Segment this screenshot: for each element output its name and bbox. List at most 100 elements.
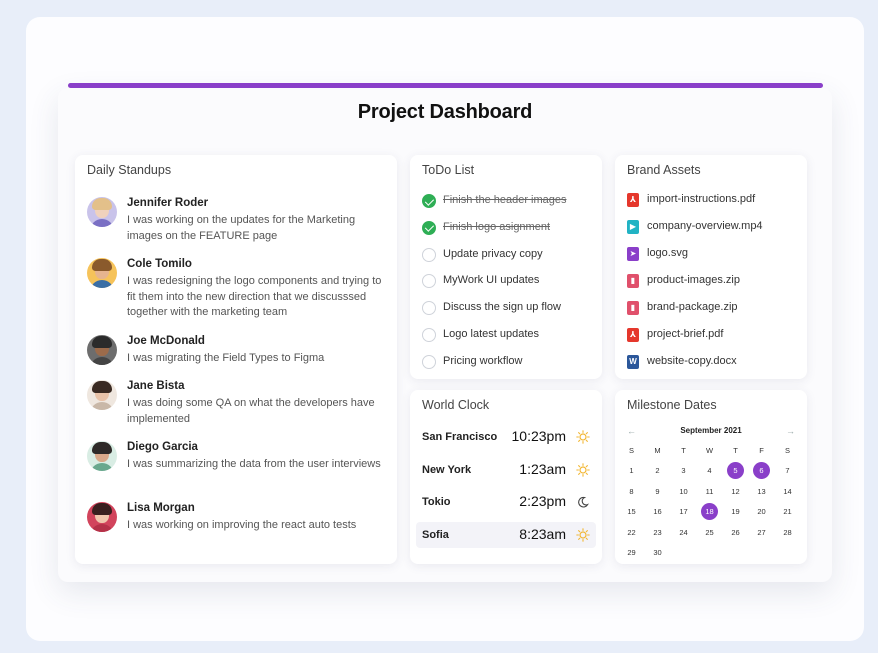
avatar-hair [92,503,112,515]
todo-label: Logo latest updates [443,328,540,340]
daily-standups-card: Daily Standups Jennifer Roder I was worki… [75,155,397,564]
asset-item[interactable]: ▮ product-images.zip [627,274,802,290]
asset-item[interactable]: ▶ company-overview.mp4 [627,220,802,236]
city-name: San Francisco [422,431,498,443]
calendar-day[interactable]: 9 [649,483,666,500]
standup-name: Jennifer Roder [127,197,209,209]
unchecked-circle-icon[interactable] [422,328,436,342]
calendar-day[interactable]: 26 [727,524,744,541]
calendar-day[interactable]: 3 [675,462,692,479]
avatar-body [90,524,114,532]
calendar-day[interactable]: 14 [779,483,796,500]
calendar-day[interactable]: 21 [779,503,796,520]
calendar-day[interactable]: 2 [649,462,666,479]
calendar-day[interactable]: 7 [779,462,796,479]
avatar [87,380,117,410]
standup-message: I was working on improving the react aut… [127,519,357,531]
todo-item[interactable]: Pricing workflow [422,354,597,371]
calendar-day[interactable]: 17 [675,503,692,520]
calendar-day[interactable]: 28 [779,524,796,541]
todo-item[interactable]: MyWork UI updates [422,274,597,290]
standup-message: I was migrating the Field Types to Figma [127,352,325,364]
city-time: 2:23pm [519,493,566,509]
asset-filename[interactable]: import-instructions.pdf [647,193,755,205]
asset-item[interactable]: ➤ logo.svg [627,247,802,263]
calendar-day[interactable]: 20 [753,503,770,520]
calendar-day-selected[interactable]: 18 [701,503,718,520]
sun-icon [576,430,590,444]
standup-entry: Diego Garcia I was summarizing the data f… [87,441,387,496]
calendar-day[interactable]: 27 [753,524,770,541]
card-title: Daily Standups [87,163,172,177]
calendar-day[interactable]: 13 [753,483,770,500]
todo-item[interactable]: Logo latest updates [422,328,597,344]
unchecked-circle-icon[interactable] [422,301,436,316]
moon-icon [576,495,590,509]
accent-bar [68,83,823,88]
asset-filename[interactable]: product-images.zip [647,274,740,286]
todo-label: Discuss the sign up flow [443,301,561,314]
calendar-day-selected[interactable]: 6 [753,462,770,479]
calendar-day[interactable]: 25 [701,524,718,541]
asset-item[interactable]: ▮ brand-package.zip [627,301,802,317]
asset-filename[interactable]: project-brief.pdf [647,328,723,340]
calendar-day[interactable]: 8 [623,483,640,500]
checked-circle-icon[interactable] [422,194,436,208]
unchecked-circle-icon[interactable] [422,247,436,262]
todo-item[interactable]: Update privacy copy [422,247,597,264]
avatar-body [90,463,114,471]
calendar-day[interactable]: 15 [623,503,640,520]
asset-item[interactable]: ⅄ project-brief.pdf [627,328,802,344]
weekday-label: S [628,446,634,455]
clock-row: Tokio 2:23pm [416,489,596,515]
calendar-day[interactable]: 10 [675,483,692,500]
standup-entry: Jane Bista I was doing some QA on what th… [87,380,387,435]
clock-row: New York 1:23am [416,457,596,483]
weekday-label: W [705,446,714,455]
city-time: 8:23am [519,525,566,542]
unchecked-circle-icon[interactable] [422,274,436,289]
brand-assets-card: Brand Assets ⅄ import-instructions.pdf ▶ co… [615,155,807,379]
standup-name: Diego Garcia [127,441,198,453]
calendar-day[interactable]: 30 [649,544,666,561]
card-title: ToDo List [422,163,475,177]
calendar-day[interactable]: 24 [675,524,692,541]
asset-filename[interactable]: website-copy.docx [647,355,737,367]
asset-item[interactable]: Wwebsite-copy.docx [627,355,802,371]
standup-entry: Lisa Morgan I was working on improving th… [87,502,387,557]
calendar-day[interactable]: 19 [727,503,744,520]
avatar [87,258,117,288]
todo-item[interactable]: Finish the header images [422,194,597,210]
calendar-day[interactable]: 22 [623,524,640,541]
calendar-day[interactable]: 23 [649,524,666,541]
calendar-month: September 2021 [680,426,742,435]
todo-label: Pricing workflow [443,354,523,367]
weekday-label: F [759,446,764,455]
calendar-day[interactable]: 11 [701,483,718,500]
asset-filename[interactable]: company-overview.mp4 [647,220,763,232]
calendar-day[interactable]: 16 [649,503,666,520]
standup-message: I was working on the updates for the Mar… [127,214,356,242]
weekday-label: T [733,446,738,455]
zip-icon: ▮ [627,274,639,288]
avatar-hair [92,381,112,393]
next-month-arrow-icon[interactable]: → [786,426,795,436]
city-time: 10:23pm [511,428,566,444]
calendar-day[interactable]: 29 [623,544,640,561]
todo-label: Update privacy copy [443,247,543,260]
todo-item[interactable]: Discuss the sign up flow [422,301,597,317]
checked-circle-icon[interactable] [422,220,436,235]
asset-item[interactable]: ⅄ import-instructions.pdf [627,193,802,209]
unchecked-circle-icon[interactable] [422,354,436,369]
asset-filename[interactable]: logo.svg [647,247,688,259]
asset-filename[interactable]: brand-package.zip [647,301,738,313]
pdf-icon: ⅄ [627,193,639,207]
pdf-icon: ⅄ [627,328,639,342]
calendar-day[interactable]: 12 [727,483,744,500]
calendar-day[interactable]: 1 [623,462,640,479]
city-name: New York [422,463,472,476]
city-name: Sofia [422,528,449,541]
todo-item[interactable]: Finish logo asignment [422,220,597,237]
calendar-day[interactable]: 4 [701,462,718,479]
calendar-day-selected[interactable]: 5 [727,462,744,479]
